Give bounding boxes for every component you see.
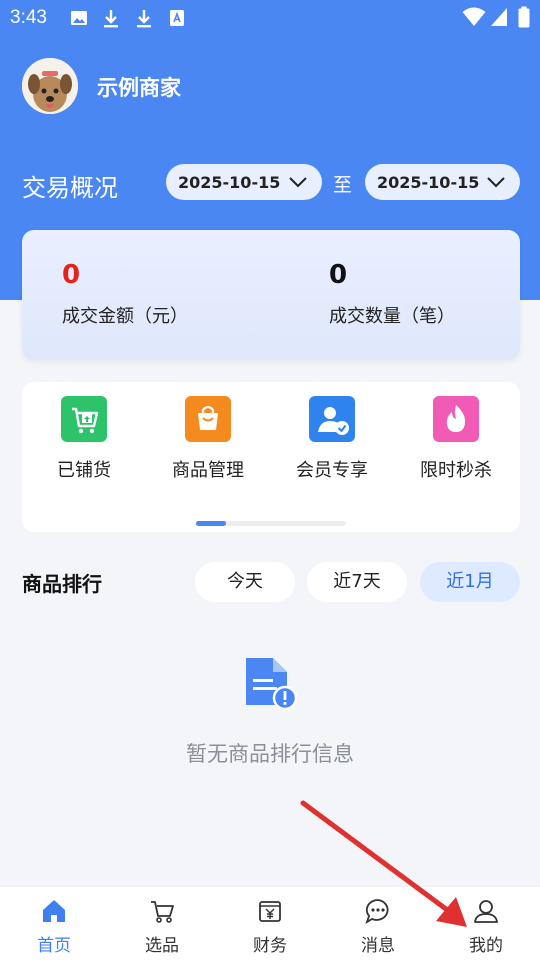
tab-7-days[interactable]: 近7天 <box>307 562 407 602</box>
empty-ranking-text: 暂无商品排行信息 <box>186 742 354 766</box>
nav-label: 我的 <box>469 936 503 956</box>
count-value: 0 <box>329 260 348 290</box>
empty-document-icon <box>246 658 298 711</box>
menu-label: 限时秒杀 <box>420 460 492 481</box>
end-date-picker[interactable]: 2025-10-15 <box>365 164 520 200</box>
overview-title: 交易概况 <box>22 174 118 202</box>
member-icon <box>309 396 355 442</box>
battery-icon <box>518 6 530 28</box>
signal-icon <box>491 8 507 26</box>
menu-label: 会员专享 <box>296 460 368 481</box>
chevron-down-icon <box>289 177 307 188</box>
profile-icon <box>474 900 498 923</box>
shop-avatar[interactable] <box>22 58 78 114</box>
home-icon <box>43 900 65 922</box>
menu-item-distributed[interactable]: 已铺货 <box>22 396 146 486</box>
cart-upload-icon <box>61 396 107 442</box>
font-icon <box>170 10 184 26</box>
end-date-value: 2025-10-15 <box>377 172 480 192</box>
nav-messages[interactable]: 消息 <box>324 887 432 961</box>
chevron-down-icon <box>487 177 505 188</box>
nav-select-products[interactable]: 选品 <box>108 887 216 961</box>
image-icon <box>71 11 87 25</box>
nav-finance[interactable]: 财务 <box>216 887 324 961</box>
amount-value: 0 <box>62 260 81 290</box>
status-time: 3:43 <box>10 7 47 28</box>
bottom-nav: 首页 选品 财务 消息 我的 <box>0 886 540 961</box>
tab-today[interactable]: 今天 <box>195 562 295 602</box>
tab-1-month[interactable]: 近1月 <box>420 562 520 602</box>
menu-scroll-indicator <box>196 521 346 526</box>
flame-icon <box>433 396 479 442</box>
dog-avatar-icon <box>22 58 78 114</box>
status-bar: 3:43 <box>0 0 540 36</box>
amount-label: 成交金额（元） <box>62 306 188 327</box>
nav-home[interactable]: 首页 <box>0 887 108 961</box>
wifi-icon <box>462 7 486 26</box>
quick-menu: 已铺货 商品管理 会员专享 限时秒杀 <box>22 382 520 532</box>
shopping-bag-icon <box>185 396 231 442</box>
menu-item-flash-sale[interactable]: 限时秒杀 <box>394 396 518 486</box>
menu-item-member[interactable]: 会员专享 <box>270 396 394 486</box>
message-icon <box>365 899 389 925</box>
menu-label: 商品管理 <box>172 460 244 481</box>
nav-label: 消息 <box>361 936 395 956</box>
count-label: 成交数量（笔） <box>329 306 455 327</box>
cart-icon <box>151 901 174 923</box>
date-range-separator: 至 <box>333 174 353 196</box>
nav-label: 财务 <box>253 936 287 956</box>
nav-profile[interactable]: 我的 <box>432 887 540 961</box>
nav-label: 首页 <box>37 936 71 956</box>
ranking-title: 商品排行 <box>22 572 102 596</box>
menu-scroll-thumb <box>196 521 226 526</box>
finance-icon <box>259 901 281 922</box>
start-date-picker[interactable]: 2025-10-15 <box>166 164 322 200</box>
shop-name: 示例商家 <box>97 76 181 100</box>
stats-card: 0 成交金额（元） 0 成交数量（笔） <box>22 230 520 360</box>
download-icon <box>137 10 151 28</box>
menu-item-product-management[interactable]: 商品管理 <box>146 396 270 486</box>
nav-label: 选品 <box>145 936 179 956</box>
menu-label: 已铺货 <box>57 460 111 481</box>
download-icon <box>104 10 118 28</box>
start-date-value: 2025-10-15 <box>178 172 281 192</box>
